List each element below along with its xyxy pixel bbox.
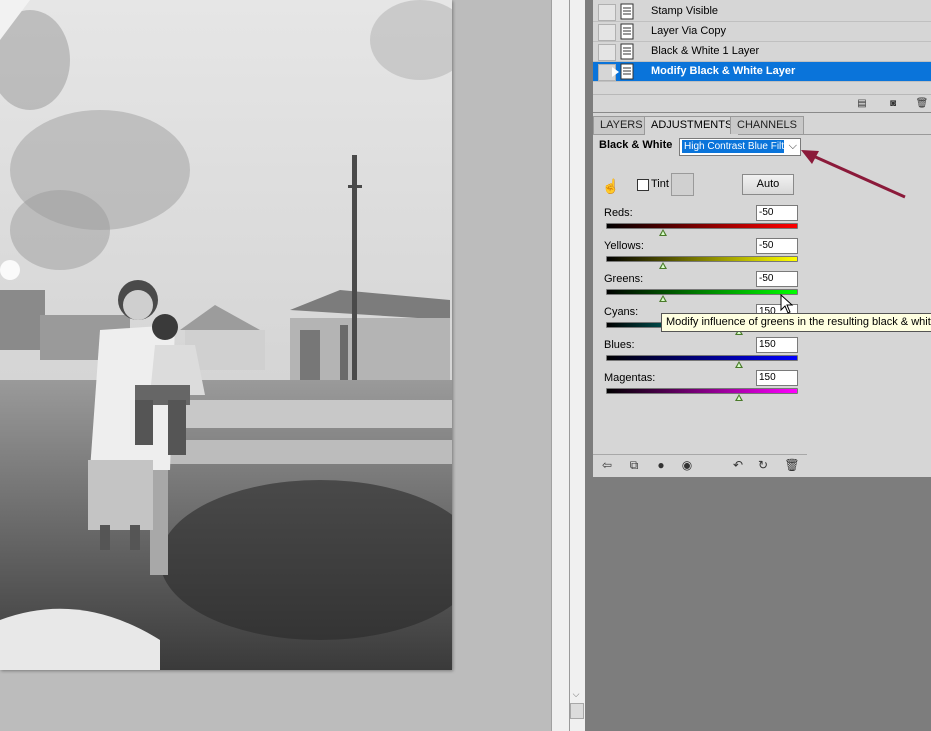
history-item-active[interactable]: Modify Black & White Layer [593,62,931,82]
history-item-label: Black & White 1 Layer [651,45,760,57]
tint-color-swatch[interactable] [671,173,694,196]
adjustments-footer: ⇦ ⧉ ● ◉ ↶ ↻ 🗑 [593,454,807,475]
slider-thumb[interactable] [735,361,743,368]
view-previous-state-icon[interactable]: ↶ [730,458,746,472]
history-state-icon [618,43,636,60]
slider-track[interactable] [606,388,798,394]
panel-scroll-strip: ⌵ [551,0,586,731]
slider-magentas: Magentas: 150 [604,370,798,402]
new-document-from-state-icon[interactable]: ▤ [855,98,869,110]
slider-label: Reds: [604,207,633,219]
slider-thumb[interactable] [659,229,667,236]
preset-value: High Contrast Blue Filter [682,140,784,153]
visibility-eye-icon[interactable]: ◉ [679,458,695,472]
slider-thumb[interactable] [659,295,667,302]
slider-yellows: Yellows: -50 [604,238,798,270]
history-checkbox[interactable] [598,44,616,61]
document-canvas[interactable] [0,0,551,731]
slider-label: Blues: [604,339,635,351]
history-item[interactable]: Stamp Visible [593,2,931,22]
scrollbar-thumb[interactable] [570,703,584,719]
history-item[interactable]: Layer Via Copy [593,22,931,42]
slider-track[interactable] [606,355,798,361]
expanded-view-icon[interactable]: ⧉ [626,458,642,472]
slider-label: Yellows: [604,240,644,252]
slider-thumb[interactable] [735,394,743,401]
history-state-icon [618,3,636,20]
slider-track[interactable] [606,256,798,262]
trash-icon[interactable]: 🗑 [915,98,929,110]
slider-value-input[interactable]: 150 [756,370,798,386]
tab-layers[interactable]: LAYERS [593,116,650,134]
tint-label: Tint [651,178,669,190]
slider-greens: Greens: -50 [604,271,798,303]
preset-dropdown[interactable]: High Contrast Blue Filter ⌵ [679,138,801,156]
history-item-label: Stamp Visible [651,5,719,17]
vintage-photo [0,0,452,670]
slider-reds: Reds: -50 [604,205,798,237]
slider-value-input[interactable]: 150 [756,337,798,353]
tab-adjustments[interactable]: ADJUSTMENTS [644,116,740,135]
slider-label: Magentas: [604,372,656,384]
reset-icon[interactable]: ↻ [755,458,771,472]
slider-value-input[interactable]: -50 [756,271,798,287]
tooltip: Modify influence of greens in the result… [661,313,931,332]
history-checkbox[interactable] [598,4,616,21]
scroll-down-icon[interactable]: ⌵ [570,688,582,700]
history-footer: ▤ ◙ 🗑 [593,94,931,113]
mouse-cursor-icon [780,294,794,314]
slider-thumb[interactable] [659,262,667,269]
history-item-label: Modify Black & White Layer [651,65,796,77]
slider-value-input[interactable]: -50 [756,205,798,221]
targeted-adjustment-hand-icon[interactable]: ☝ [602,177,620,195]
return-arrow-icon[interactable]: ⇦ [599,458,615,472]
panel-tabs: LAYERS ADJUSTMENTS CHANNELS [593,116,931,135]
tint-checkbox[interactable] [637,179,649,191]
slider-track[interactable] [606,223,798,229]
trash-icon[interactable]: 🗑 [784,458,800,472]
new-snapshot-icon[interactable]: ◙ [886,98,900,110]
slider-value-input[interactable]: -50 [756,238,798,254]
slider-blues: Blues: 150 [604,337,798,369]
slider-label: Cyans: [604,306,639,318]
slider-track[interactable] [606,289,798,295]
divider [569,0,570,731]
slider-label: Greens: [604,273,644,285]
auto-button[interactable]: Auto [742,174,794,195]
history-state-icon [618,23,636,40]
adjustment-title: Black & White [599,139,673,151]
annotation-arrow [801,150,906,199]
panel-dock-edge [585,0,593,731]
history-state-icon [618,63,636,80]
history-item[interactable]: Black & White 1 Layer [593,42,931,62]
empty-panel-area [593,477,931,731]
history-checkbox[interactable] [598,24,616,41]
tab-channels[interactable]: CHANNELS [730,116,804,134]
history-panel: Stamp Visible Layer Via Copy Black & Whi… [593,0,931,113]
clip-to-layer-icon[interactable]: ● [653,458,669,472]
history-item-label: Layer Via Copy [651,25,727,37]
